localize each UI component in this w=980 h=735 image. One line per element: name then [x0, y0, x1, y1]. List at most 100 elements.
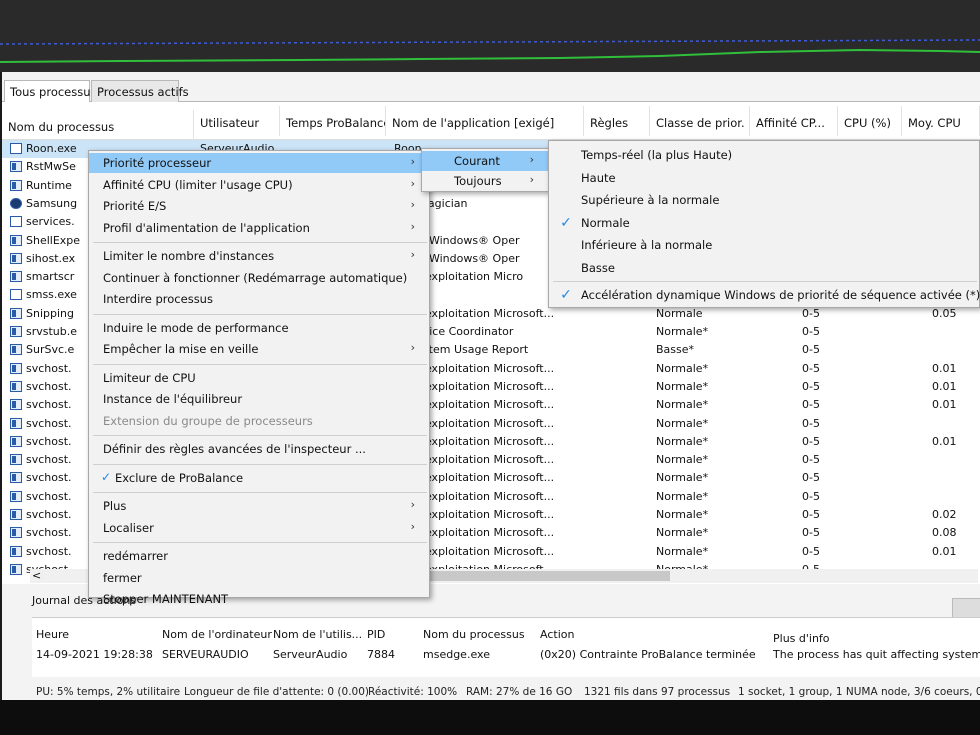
process-icon: [10, 490, 22, 502]
context-menu-item-label: Priorité E/S: [103, 199, 167, 213]
log-col-action[interactable]: Action: [540, 628, 574, 641]
cell-process-name: svchost.: [26, 434, 72, 448]
context-menu-item-label: redémarrer: [103, 549, 168, 563]
process-icon: [10, 527, 22, 539]
priority-option[interactable]: ✓ Normale: [549, 213, 979, 233]
context-menu-item[interactable]: Limiteur de CPU: [89, 368, 429, 388]
process-icon: [10, 143, 22, 154]
context-menu-item[interactable]: Instance de l'équilibreur: [89, 389, 429, 409]
context-menu-item[interactable]: Limiter le nombre d'instances ›: [89, 246, 429, 266]
context-menu-item-label: Localiser: [103, 520, 154, 535]
col-process-name[interactable]: Nom du processus: [2, 110, 194, 140]
log-col-time[interactable]: Heure: [36, 628, 69, 641]
context-menu-item[interactable]: Définir des règles avancées de l'inspect…: [89, 439, 429, 459]
cell-avg-cpu: 0.01: [932, 434, 957, 448]
log-col-user[interactable]: Nom de l'utilis...: [273, 628, 362, 641]
context-menu-item[interactable]: ✓ Exclure de ProBalance: [89, 468, 429, 488]
process-icon: [10, 417, 22, 429]
col-probalance-time[interactable]: Temps ProBalance: [280, 106, 386, 136]
context-menu-item[interactable]: Priorité E/S ›: [89, 196, 429, 216]
status-cpu: PU: 5% temps, 2% utilitaire: [36, 686, 181, 698]
cell-affinity: 0-5: [802, 544, 820, 558]
context-menu-item-label: Continuer à fonctionner (Redémarrage aut…: [103, 270, 408, 285]
context-menu-item-label: Affinité CPU (limiter l'usage CPU): [103, 177, 293, 192]
context-menu-item[interactable]: Localiser ›: [89, 518, 429, 538]
cell-priority: Normale*: [656, 416, 709, 430]
context-menu-item[interactable]: redémarrer: [89, 546, 429, 566]
scroll-left-arrow[interactable]: <: [32, 569, 41, 582]
chevron-right-icon: ›: [410, 248, 415, 261]
context-menu-item[interactable]: Induire le mode de performance: [89, 318, 429, 338]
context-menu: Priorité processeur › Affinité CPU (limite…: [88, 150, 430, 606]
col-priority-class[interactable]: Classe de prior.: [650, 106, 750, 136]
cell-avg-cpu: 0.05: [932, 306, 957, 320]
context-menu-item[interactable]: Priorité processeur ›: [89, 153, 429, 173]
priority-option[interactable]: Inférieure à la normale: [549, 235, 979, 255]
menu-separator: [93, 313, 427, 315]
status-queue: Longueur de file d'attente: 0 (0.00): [184, 686, 370, 698]
priority-option[interactable]: Temps-réel (la plus Haute): [549, 145, 979, 165]
cell-process-name: Samsung: [26, 196, 78, 210]
context-menu-item[interactable]: Plus ›: [89, 496, 429, 516]
priority-option-label: Supérieure à la normale: [581, 193, 720, 207]
scrollbar-thumb[interactable]: [430, 571, 670, 581]
chevron-right-icon: ›: [410, 155, 415, 168]
context-menu-item[interactable]: Empêcher la mise en veille ›: [89, 339, 429, 359]
process-icon: [10, 216, 22, 228]
priority-option[interactable]: Basse: [549, 258, 979, 278]
priority-option-label: Inférieure à la normale: [581, 238, 713, 252]
submenu-always-label: Toujours: [454, 174, 502, 188]
chevron-right-icon: ›: [410, 341, 415, 354]
log-col-computer[interactable]: Nom de l'ordinateur: [162, 628, 272, 641]
cell-process-name: svchost.: [26, 526, 72, 540]
cell-avg-cpu: 0.01: [932, 361, 957, 375]
priority-boost-option[interactable]: ✓ Accélération dynamique Windows de prior…: [549, 285, 980, 305]
priority-option[interactable]: Haute: [549, 168, 979, 188]
context-menu-item[interactable]: Continuer à fonctionner (Redémarrage aut…: [89, 268, 429, 288]
context-menu-item-label: Limiter le nombre d'instances: [103, 249, 275, 263]
chevron-right-icon: ›: [410, 498, 415, 511]
process-icon: [10, 362, 22, 374]
chevron-right-icon: ›: [410, 519, 415, 533]
log-col-process[interactable]: Nom du processus: [423, 628, 525, 641]
col-avg-cpu[interactable]: Moy. CPU: [902, 106, 980, 136]
cell-priority: Normale*: [656, 325, 709, 338]
context-menu-item[interactable]: Affinité CPU (limiter l'usage CPU) ›: [89, 175, 429, 195]
context-menu-item-label: Exclure de ProBalance: [115, 470, 244, 485]
cell-affinity: 0-5: [802, 471, 820, 485]
col-user[interactable]: Utilisateur: [194, 106, 280, 136]
cell-avg-cpu: 0.01: [932, 379, 957, 393]
chevron-right-icon: ›: [410, 198, 415, 211]
process-icon: [10, 380, 22, 392]
submenu-current[interactable]: Courant ›: [422, 151, 548, 171]
cell-avg-cpu: 0.08: [932, 526, 957, 540]
col-rules[interactable]: Règles: [584, 106, 650, 136]
cell-priority: Normale*: [656, 508, 709, 521]
cell-affinity: 0-5: [802, 434, 820, 448]
context-menu-item[interactable]: Interdire processus: [89, 289, 429, 309]
tab-active-processes[interactable]: Processus actifs: [91, 80, 189, 102]
priority-option[interactable]: Supérieure à la normale: [549, 190, 979, 210]
context-menu-item-label: fermer: [103, 570, 142, 585]
col-cpu-affinity[interactable]: Affinité CP...: [750, 106, 838, 136]
process-icon: [10, 454, 22, 466]
col-cpu-percent[interactable]: CPU (%): [838, 106, 902, 136]
cell-process-name: svchost.: [26, 544, 72, 558]
tab-all-processes[interactable]: Tous processus: [4, 80, 97, 103]
submenu-always[interactable]: Toujours ›: [422, 171, 548, 191]
cell-process-name: SurSvc.e: [26, 343, 75, 357]
col-app-name[interactable]: Nom de l'application [exigé]: [386, 106, 584, 136]
context-menu-item[interactable]: Profil d'alimentation de l'application ›: [89, 218, 429, 238]
context-menu-item[interactable]: fermer: [89, 568, 429, 588]
process-icon: [10, 197, 22, 209]
cell-priority: Normale*: [656, 453, 709, 467]
log-col-info[interactable]: Plus d'info: [773, 632, 830, 645]
cell-process-name: Roon.exe: [26, 142, 77, 155]
process-icon: [10, 399, 22, 411]
status-topology: 1 socket, 1 group, 1 NUMA node, 3/6 coeu…: [738, 686, 980, 698]
priority-class-menu: Temps-réel (la plus Haute) Haute Supérieur…: [548, 140, 980, 308]
log-col-pid[interactable]: PID: [367, 628, 385, 641]
context-menu-item[interactable]: Stopper MAINTENANT: [89, 589, 429, 609]
journal-button[interactable]: [952, 598, 980, 618]
submenu-current-label: Courant: [454, 154, 500, 168]
